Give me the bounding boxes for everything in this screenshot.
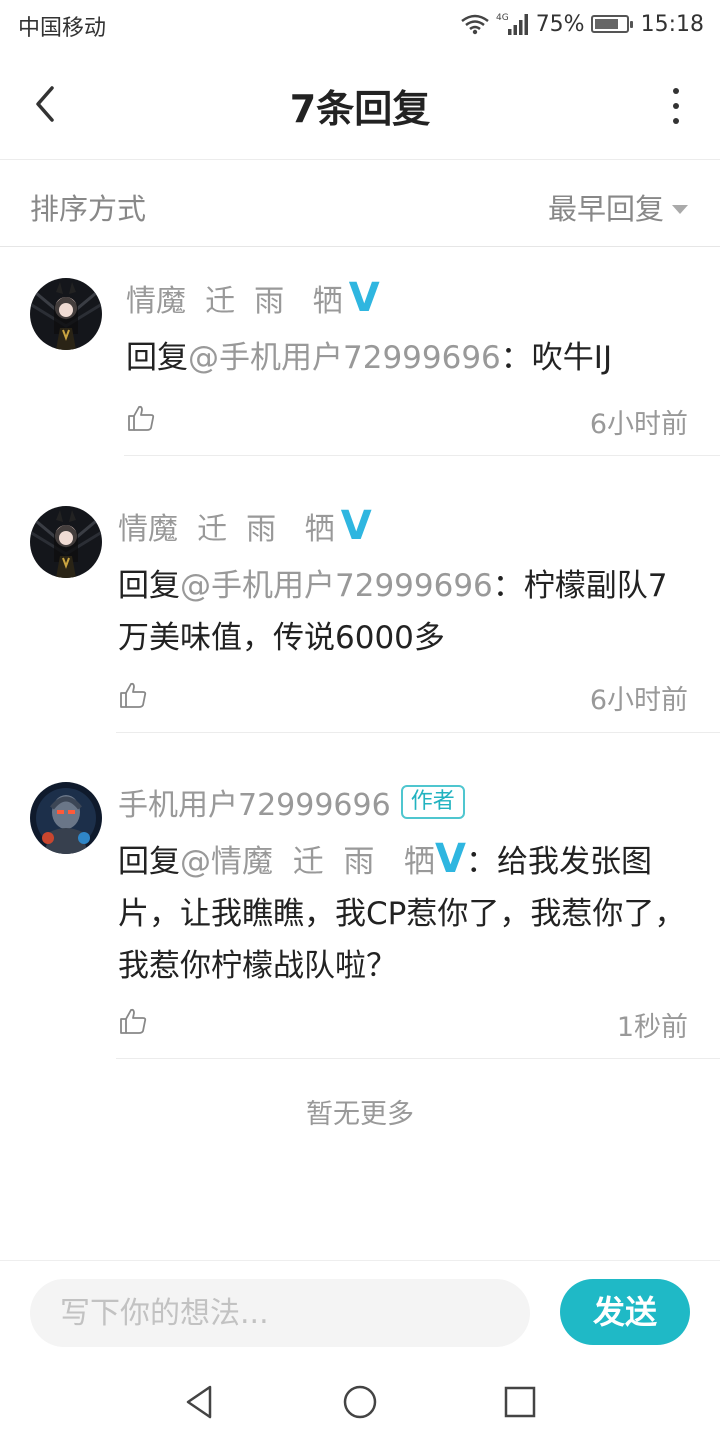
mention-link[interactable]: @手机用户72999696 bbox=[180, 568, 493, 604]
divider bbox=[116, 732, 720, 733]
comment-text: 吹牛IJ bbox=[531, 340, 613, 376]
page-title: 7条回复 bbox=[289, 87, 431, 131]
comment-time: 1秒前 bbox=[616, 1012, 688, 1043]
sort-selected-value: 最早回复 bbox=[547, 192, 664, 226]
battery-icon bbox=[590, 15, 633, 33]
thumbs-up-icon[interactable] bbox=[118, 680, 148, 710]
send-button[interactable]: 发送 bbox=[560, 1279, 690, 1345]
comment-time: 6小时前 bbox=[589, 409, 688, 440]
comment-content: 回复@手机用户72999696：吹牛IJ bbox=[126, 332, 696, 384]
more-options-icon[interactable] bbox=[668, 88, 684, 124]
avatar-image bbox=[30, 506, 102, 578]
nav-home-icon[interactable] bbox=[340, 1382, 380, 1422]
wifi-icon bbox=[460, 14, 489, 35]
avatar-image bbox=[30, 278, 102, 350]
comment-author-line: 情魔 迁 雨 牺 V bbox=[118, 504, 372, 548]
thumbs-up-icon[interactable] bbox=[126, 403, 156, 433]
sort-dropdown[interactable]: 最早回复 bbox=[548, 186, 688, 228]
network-type-label: 4G bbox=[496, 13, 509, 23]
status-icons: 4G 75% 15:18 bbox=[460, 9, 704, 39]
comment-author[interactable]: 手机用户72999696 bbox=[118, 780, 391, 824]
avatar[interactable] bbox=[30, 782, 102, 854]
clock: 15:18 bbox=[640, 11, 704, 37]
carrier-label: 中国移动 bbox=[18, 16, 107, 41]
verified-badge: V bbox=[434, 836, 466, 882]
no-more-label: 暂无更多 bbox=[306, 1099, 414, 1130]
verified-badge: V bbox=[340, 503, 372, 549]
reply-separator: ： bbox=[492, 568, 524, 604]
nav-back-icon[interactable] bbox=[180, 1382, 220, 1422]
avatar-image bbox=[30, 782, 102, 854]
author-badge: 作者 bbox=[400, 785, 465, 819]
divider bbox=[116, 1058, 720, 1059]
comment-time: 6小时前 bbox=[589, 685, 688, 716]
comment-content: 回复@手机用户72999696：柠檬副队7万美味值，传说6000多 bbox=[118, 560, 688, 664]
reply-input[interactable] bbox=[30, 1279, 530, 1347]
reply-input-bar: 发送 bbox=[0, 1260, 720, 1364]
reply-prefix: 回复 bbox=[118, 844, 180, 880]
avatar[interactable] bbox=[30, 278, 102, 350]
comment-item: 手机用户72999696 作者 回复@情魔 迁 雨 牺V：给我发张图片，让我瞧瞧… bbox=[0, 756, 720, 1062]
battery-percent: 75% bbox=[535, 11, 585, 37]
reply-prefix: 回复 bbox=[118, 568, 180, 604]
thumbs-up-icon[interactable] bbox=[118, 1006, 148, 1036]
battery-level bbox=[594, 19, 618, 29]
reply-separator: ： bbox=[500, 340, 532, 376]
comment-author[interactable]: 情魔 迁 雨 牺 bbox=[118, 504, 335, 548]
comment-author[interactable]: 情魔 迁 雨 牺 bbox=[126, 276, 343, 320]
comment-author-line: 手机用户72999696 作者 bbox=[118, 780, 465, 824]
comment-author-line: 情魔 迁 雨 牺 V bbox=[126, 276, 380, 320]
nav-recents-icon[interactable] bbox=[500, 1382, 540, 1422]
system-nav-bar bbox=[0, 1364, 720, 1440]
header: 7条回复 bbox=[0, 50, 720, 160]
verified-badge: V bbox=[348, 275, 380, 321]
mention-link[interactable]: @手机用户72999696 bbox=[188, 340, 501, 376]
comment-item: 情魔 迁 雨 牺 V 回复@手机用户72999696：柠檬副队7万美味值，传说6… bbox=[0, 478, 720, 734]
reply-separator: ： bbox=[465, 844, 497, 880]
comment-item: 情魔 迁 雨 牺 V 回复@手机用户72999696：吹牛IJ 6小时前 bbox=[0, 248, 720, 458]
reply-prefix: 回复 bbox=[126, 340, 188, 376]
mention-link[interactable]: @情魔 迁 雨 牺 bbox=[180, 844, 435, 880]
avatar[interactable] bbox=[30, 506, 102, 578]
divider bbox=[124, 455, 720, 456]
comment-content: 回复@情魔 迁 雨 牺V：给我发张图片，让我瞧瞧，我CP惹你了，我惹你了，我惹你… bbox=[118, 836, 693, 992]
cell-signal-icon: 4G bbox=[496, 13, 528, 35]
sort-row: 排序方式 最早回复 bbox=[0, 161, 720, 247]
status-bar: 中国移动 4G 75% 15:18 bbox=[0, 0, 720, 50]
sort-label: 排序方式 bbox=[30, 192, 147, 226]
dropdown-arrow-icon bbox=[672, 204, 688, 214]
